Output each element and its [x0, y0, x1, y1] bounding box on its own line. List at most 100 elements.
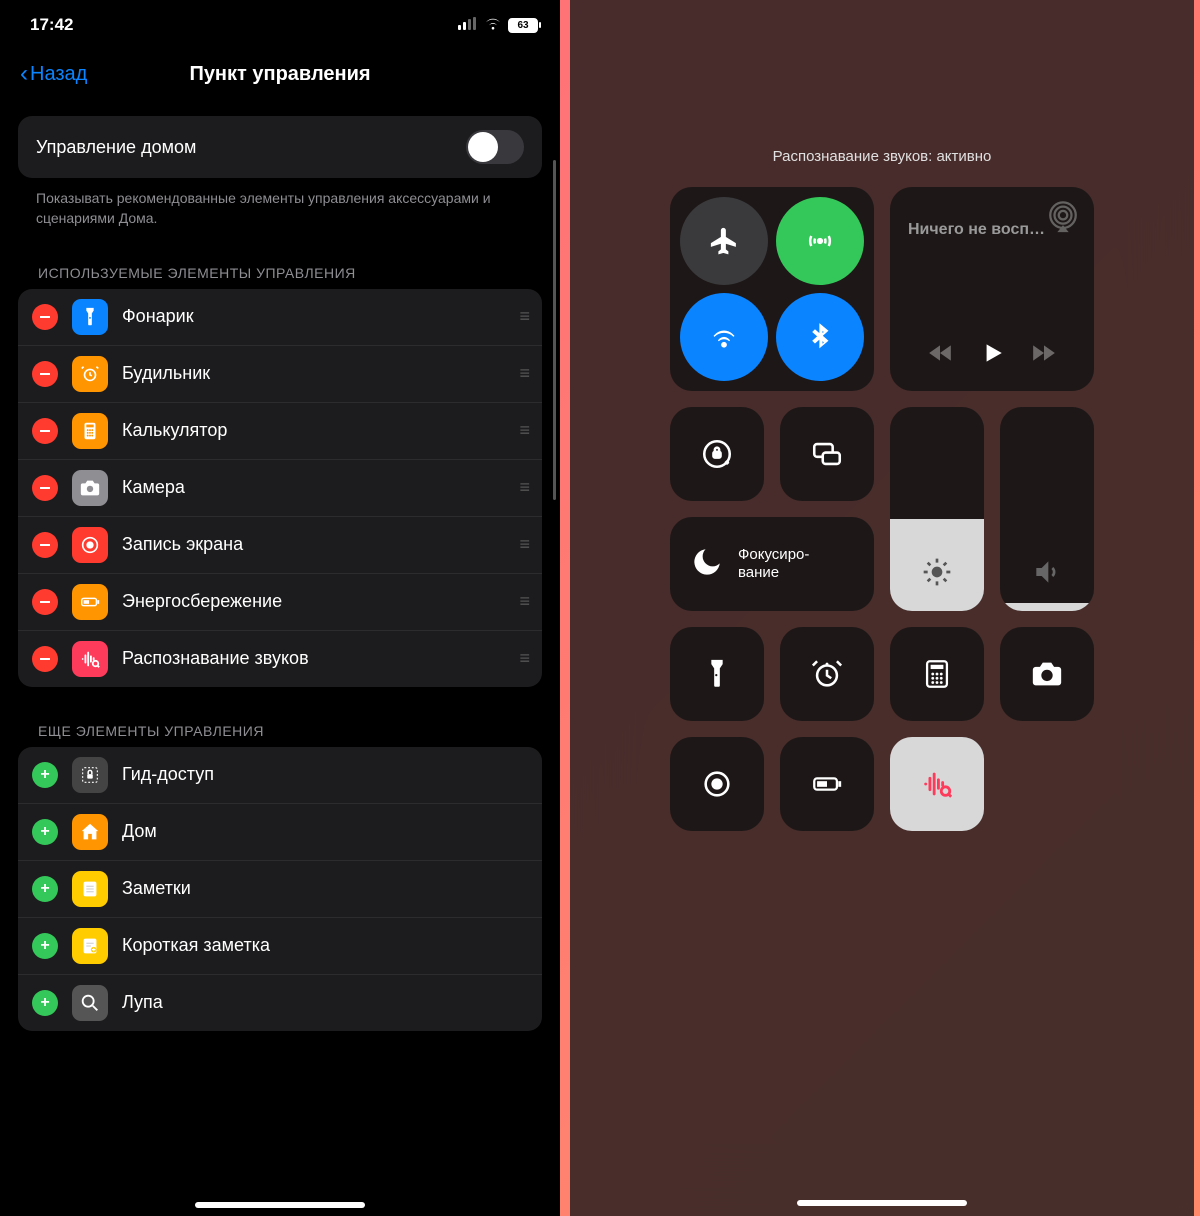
- drag-handle[interactable]: ≡: [519, 591, 528, 612]
- home-control-toggle-row[interactable]: Управление домом: [18, 116, 542, 178]
- drag-handle[interactable]: ≡: [519, 420, 528, 441]
- row-label: Запись экрана: [122, 534, 505, 555]
- add-button[interactable]: [32, 933, 58, 959]
- list-item[interactable]: Калькулятор≡: [18, 403, 542, 460]
- fast-forward-button[interactable]: [1031, 340, 1057, 371]
- drag-handle[interactable]: ≡: [519, 306, 528, 327]
- record-icon: [72, 527, 108, 563]
- scroll-area[interactable]: Управление домом Показывать рекомендован…: [0, 102, 560, 1216]
- bluetooth-toggle[interactable]: [776, 293, 864, 381]
- nav-bar: ‹ Назад Пункт управления: [0, 40, 560, 102]
- list-item[interactable]: Заметки: [18, 861, 542, 918]
- list-item[interactable]: Лупа: [18, 975, 542, 1031]
- remove-button[interactable]: [32, 532, 58, 558]
- volume-icon: [1031, 556, 1063, 593]
- home-control-card: Управление домом: [18, 116, 542, 178]
- scrollbar[interactable]: [553, 160, 556, 500]
- cc-status-text: Распознавание звуков: активно: [773, 148, 992, 165]
- wifi-toggle[interactable]: [680, 293, 768, 381]
- list-item[interactable]: Фонарик ≡: [18, 289, 542, 346]
- toggle-helper-text: Показывать рекомендованные элементы упра…: [18, 178, 542, 229]
- list-item[interactable]: Гид-доступ: [18, 747, 542, 804]
- list-item[interactable]: Короткая заметка: [18, 918, 542, 975]
- remove-button[interactable]: [32, 646, 58, 672]
- rewind-button[interactable]: [927, 340, 953, 371]
- list-item[interactable]: Камера ≡: [18, 460, 542, 517]
- brightness-slider[interactable]: [890, 407, 984, 611]
- remove-button[interactable]: [32, 589, 58, 615]
- brightness-icon: [921, 556, 953, 593]
- list-item[interactable]: Запись экрана ≡: [18, 517, 542, 574]
- camera-icon: [72, 470, 108, 506]
- home-icon: [72, 814, 108, 850]
- add-button[interactable]: [32, 762, 58, 788]
- media-tile[interactable]: Ничего не восп…: [890, 187, 1094, 391]
- list-item[interactable]: Будильник ≡: [18, 346, 542, 403]
- alarm-button[interactable]: [780, 627, 874, 721]
- remove-button[interactable]: [32, 304, 58, 330]
- low-power-mode-button[interactable]: [780, 737, 874, 831]
- drag-handle[interactable]: ≡: [519, 477, 528, 498]
- alarm-icon: [72, 356, 108, 392]
- status-bar: 17:42 63: [0, 0, 560, 40]
- more-controls-header: ЕЩЕ ЭЛЕМЕНТЫ УПРАВЛЕНИЯ: [18, 687, 542, 747]
- camera-button[interactable]: [1000, 627, 1094, 721]
- home-indicator[interactable]: [797, 1200, 967, 1206]
- magnifier-icon: [72, 985, 108, 1021]
- back-button[interactable]: ‹ Назад: [20, 60, 87, 88]
- quick-note-icon: [72, 928, 108, 964]
- signal-icon: [458, 15, 478, 35]
- media-controls: [908, 340, 1076, 377]
- screen-mirroring-button[interactable]: [780, 407, 874, 501]
- orientation-lock-toggle[interactable]: [670, 407, 764, 501]
- drag-handle[interactable]: ≡: [519, 648, 528, 669]
- drag-handle[interactable]: ≡: [519, 363, 528, 384]
- used-controls-header: ИСПОЛЬЗУЕМЫЕ ЭЛЕМЕНТЫ УПРАВЛЕНИЯ: [18, 229, 542, 289]
- settings-screen: 17:42 63 ‹ Назад Пункт управления Управл…: [0, 0, 560, 1216]
- toggle-label: Управление домом: [36, 137, 196, 158]
- add-button[interactable]: [32, 990, 58, 1016]
- cellular-data-toggle[interactable]: [776, 197, 864, 285]
- add-button[interactable]: [32, 819, 58, 845]
- screen-recording-button[interactable]: [670, 737, 764, 831]
- focus-tile[interactable]: Фокусиро-вание: [670, 517, 874, 611]
- battery-icon: [72, 584, 108, 620]
- volume-slider[interactable]: [1000, 407, 1094, 611]
- control-center-grid: Ничего не восп…: [670, 187, 1094, 831]
- notes-icon: [72, 871, 108, 907]
- back-label: Назад: [30, 63, 87, 86]
- used-controls-list: Фонарик≡Будильник≡Калькулятор≡Камера≡Зап…: [18, 289, 542, 687]
- remove-button[interactable]: [32, 475, 58, 501]
- row-label: Дом: [122, 821, 528, 842]
- sound-recog-icon: [72, 641, 108, 677]
- flashlight-button[interactable]: [670, 627, 764, 721]
- row-label: Короткая заметка: [122, 935, 528, 956]
- wifi-icon: [484, 15, 502, 35]
- play-button[interactable]: [979, 340, 1005, 371]
- row-label: Лупа: [122, 992, 528, 1013]
- remove-button[interactable]: [32, 418, 58, 444]
- volume-fill: [1000, 603, 1094, 611]
- remove-button[interactable]: [32, 361, 58, 387]
- row-label: Камера: [122, 477, 505, 498]
- connectivity-tile: [670, 187, 874, 391]
- sound-recognition-button[interactable]: [890, 737, 984, 831]
- row-label: Распознавание звуков: [122, 648, 505, 669]
- home-control-switch[interactable]: [466, 130, 524, 164]
- airplane-mode-toggle[interactable]: [680, 197, 768, 285]
- moon-icon: [690, 545, 724, 584]
- add-button[interactable]: [32, 876, 58, 902]
- status-time: 17:42: [30, 15, 73, 35]
- home-indicator[interactable]: [195, 1202, 365, 1208]
- drag-handle[interactable]: ≡: [519, 534, 528, 555]
- list-item[interactable]: Распознавание звуков ≡: [18, 631, 542, 687]
- calculator-button[interactable]: [890, 627, 984, 721]
- row-label: Энергосбережение: [122, 591, 505, 612]
- flashlight-icon: [72, 299, 108, 335]
- row-label: Фонарик: [122, 306, 505, 327]
- list-item[interactable]: Дом: [18, 804, 542, 861]
- switch-knob: [468, 132, 498, 162]
- list-item[interactable]: Энергосбережение ≡: [18, 574, 542, 631]
- row-label: Будильник: [122, 363, 505, 384]
- calculator-icon: [72, 413, 108, 449]
